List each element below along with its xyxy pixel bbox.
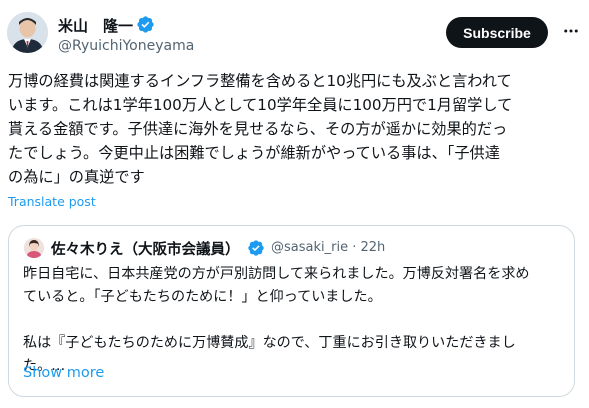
verified-badge-icon: [137, 16, 154, 33]
quoted-author-avatar-image: [24, 238, 44, 258]
quoted-author-handle: @sasaki_rie: [271, 240, 349, 255]
tweet-text-line: 万博の経費は関連するインフラ整備を含めると10兆円にも及ぶと言われて: [8, 72, 512, 90]
quoted-author-name: 佐々木りえ（大阪市会議員）: [51, 242, 240, 258]
quoted-text-line: 昨日自宅に、日本共産党の方が戸別訪問して来られました。万博反対署名を求め: [23, 266, 530, 282]
quoted-text-line: 私は『子どもたちのために万博賛成』なので、丁重にお引き取りいただきまし: [23, 335, 516, 351]
author-handle[interactable]: @RyuichiYoneyama: [58, 38, 194, 54]
author-avatar[interactable]: [7, 12, 48, 53]
show-more-link[interactable]: Show more: [23, 365, 104, 381]
quoted-meta: @sasaki_rie · 22h: [271, 240, 385, 255]
quoted-text-line: [23, 309, 568, 332]
tweet-text-line: の為に」の真逆です: [8, 168, 145, 186]
quoted-text-line: ていると。「子どもたちのために！」と仰っていました。: [23, 289, 382, 305]
quoted-separator: ·: [352, 240, 357, 255]
quoted-tweet-text: 昨日自宅に、日本共産党の方が戸別訪問して来られました。万博反対署名を求め ている…: [23, 263, 568, 378]
quoted-verified-badge-icon: [248, 240, 264, 256]
tweet-text-line: 貰える金額です。子供達に海外を見せるなら、その方が遥かに効果的だっ: [8, 120, 508, 138]
quoted-tweet-card[interactable]: 佐々木りえ（大阪市会議員） @sasaki_rie · 22h 昨日自宅に、日本…: [8, 225, 575, 397]
tweet-text-line: たでしょう。今更中止は困難でしょうが維新がやっている事は、「子供達: [8, 144, 500, 162]
quoted-author-avatar: [24, 238, 44, 258]
tweet-text: 万博の経費は関連するインフラ整備を含めると10兆円にも及ぶと言われて います。こ…: [8, 69, 583, 189]
quoted-timestamp: 22h: [360, 240, 386, 255]
translate-post-link[interactable]: Translate post: [8, 194, 96, 209]
more-options-button[interactable]: [557, 17, 585, 45]
tweet-text-line: います。これは1学年100万人として10学年全員に100万円で1月留学して: [8, 96, 513, 114]
author-name[interactable]: 米山 隆一: [58, 15, 133, 36]
quoted-text-line: た。…: [23, 358, 66, 374]
author-avatar-image: [7, 12, 48, 53]
more-dots-icon: [564, 29, 578, 33]
subscribe-button[interactable]: Subscribe: [446, 17, 548, 48]
